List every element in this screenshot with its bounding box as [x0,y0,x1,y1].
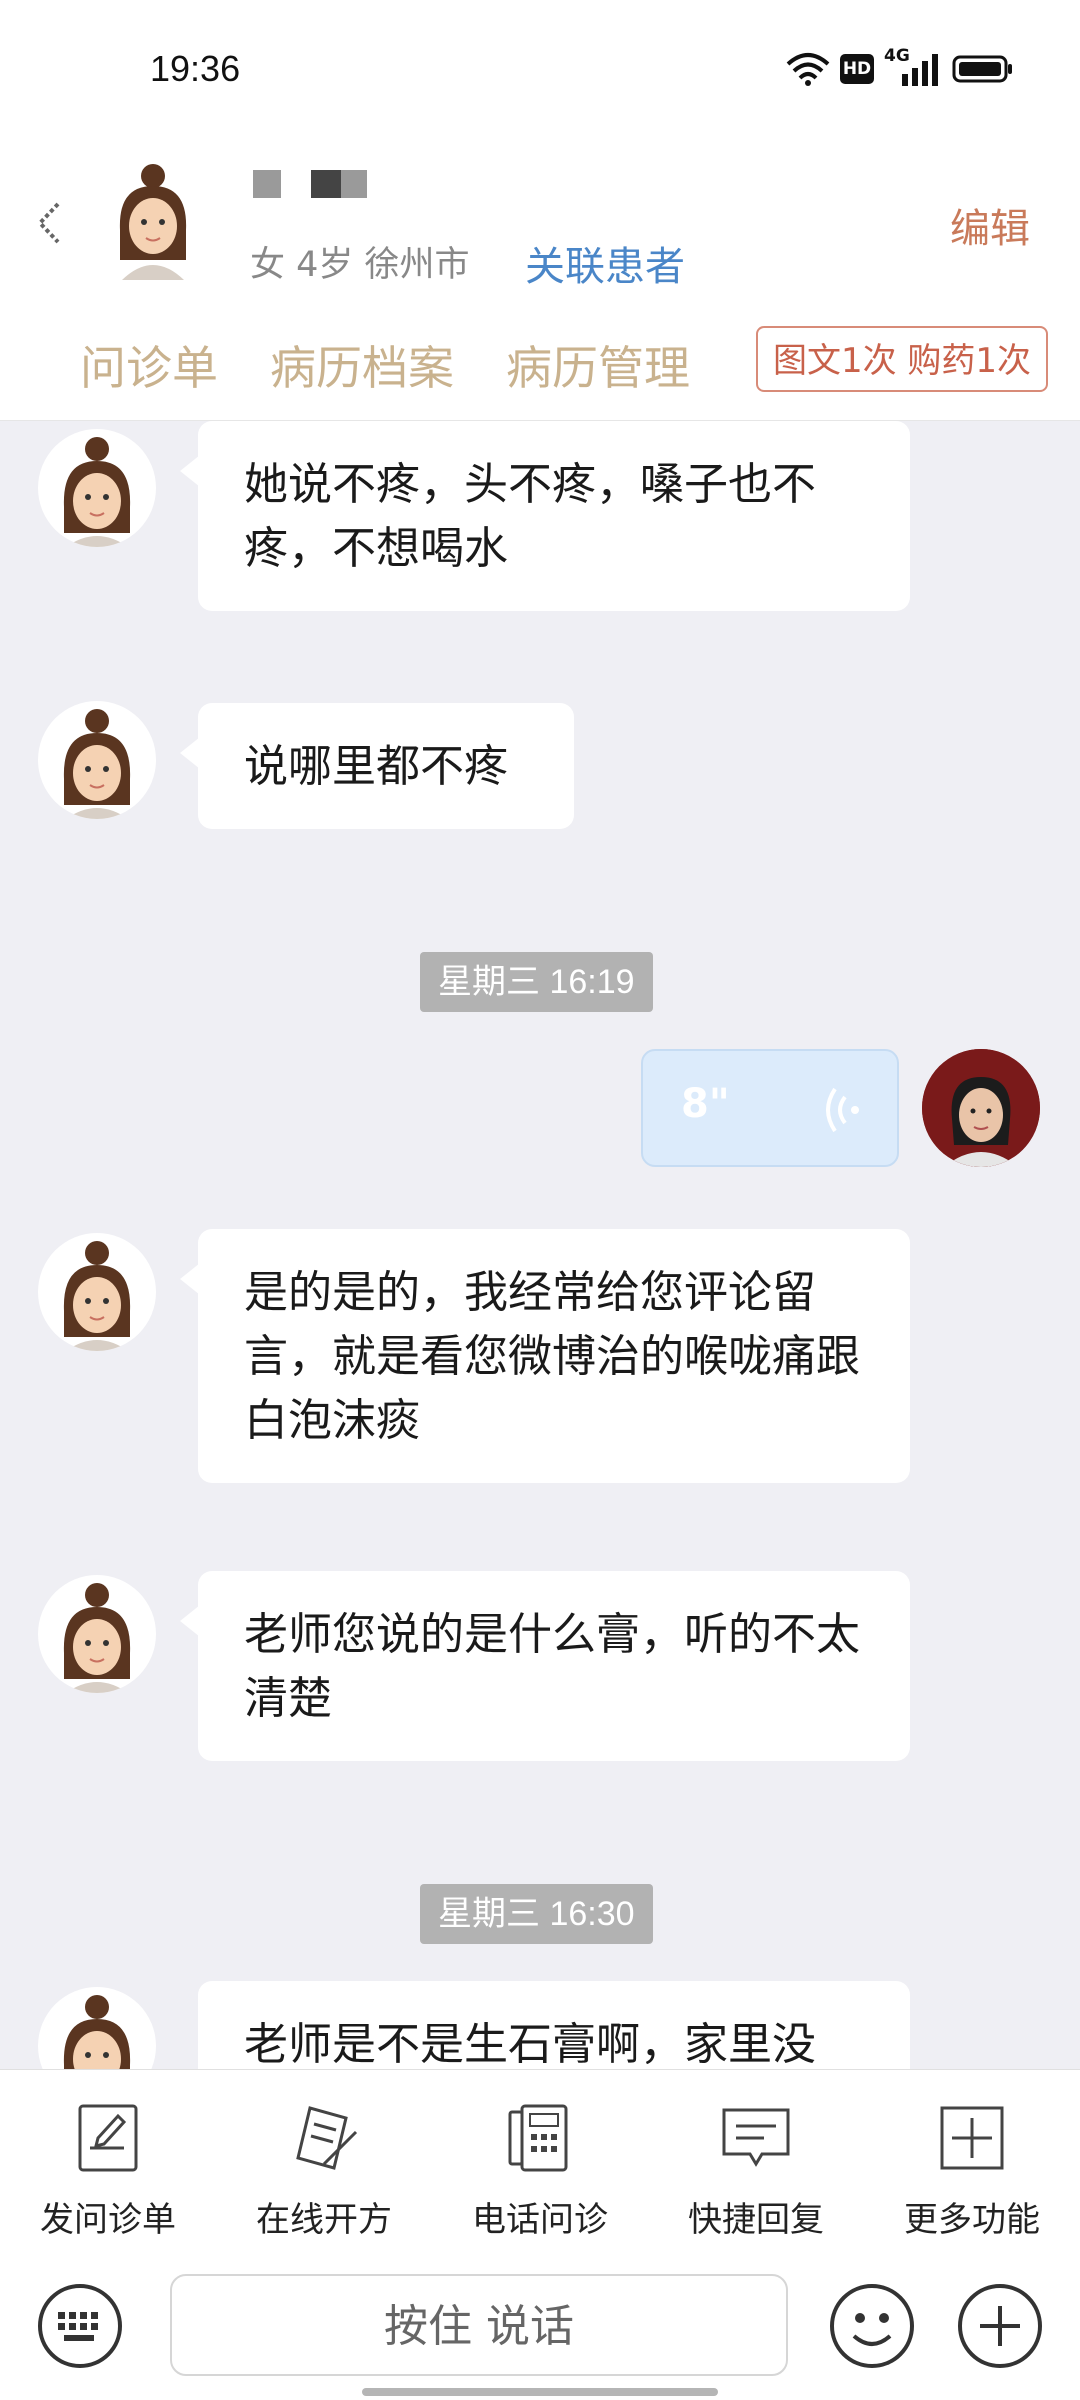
toolbar-label: 发问诊单 [40,2200,176,2240]
online-prescription-button[interactable]: 在线开方 [216,2070,432,2250]
plus-icon[interactable] [956,2282,1044,2370]
timestamp: 星期三 16:19 [420,952,653,1012]
more-functions-button[interactable]: 更多功能 [864,2070,1080,2250]
more-icon [940,2106,1004,2170]
voice-wave-icon [826,1087,859,1133]
toolbar-label: 在线开方 [256,2200,392,2240]
phone-consult-button[interactable]: 电话问诊 [432,2070,648,2250]
patient-avatar[interactable] [38,1233,156,1351]
patient-avatar[interactable] [38,429,156,547]
toolbar-label: 更多功能 [904,2200,1040,2240]
send-consult-form-button[interactable]: 发问诊单 [0,2070,216,2250]
keyboard-icon[interactable] [36,2282,124,2370]
status-time: 19:36 [150,48,241,89]
patient-avatar[interactable] [38,1575,156,1693]
timestamp: 星期三 16:30 [420,1884,653,1944]
battery-icon [952,55,1012,83]
link-patient-button[interactable]: 关联患者 [525,234,685,292]
tab-medical-archive[interactable]: 病历档案 [270,332,454,398]
phone-icon [508,2104,568,2172]
emoji-icon[interactable] [828,2282,916,2370]
form-icon [78,2104,138,2172]
tab-consult-form[interactable]: 问诊单 [80,332,218,398]
message-bubble[interactable]: 说哪里都不疼 [180,703,574,829]
toolbar-label: 电话问诊 [472,2200,608,2240]
message-bubble[interactable]: 她说不疼，头不疼，嗓子也不疼，不想喝水 [180,421,910,611]
service-count-badge: 图文1次 购药1次 [756,326,1048,392]
voice-message-bubble[interactable]: 8" [641,1049,899,1167]
quick-reply-button[interactable]: 快捷回复 [648,2070,864,2250]
patient-avatar[interactable] [108,160,198,280]
edit-button[interactable]: 编辑 [950,196,1030,254]
message-bubble[interactable]: 是的是的，我经常给您评论留言，就是看您微博治的喉咙痛跟白泡沫痰 [180,1229,910,1483]
home-indicator[interactable] [362,2388,718,2396]
voice-duration: 8" [681,1081,730,1127]
patient-info: 女 4岁 徐州市 [250,245,470,285]
hold-to-talk-button[interactable]: 按住 说话 [170,2274,788,2376]
prescription-icon [296,2106,358,2170]
message-bubble[interactable]: 老师是不是生石膏啊，家里没 [198,1981,910,2071]
input-bar: 按住 说话 [0,2250,1080,2400]
back-arrow-icon[interactable] [32,198,66,248]
signal-icon [902,54,938,86]
patient-header: 女 4岁 徐州市 关联患者 编辑 问诊单 病历档案 病历管理 图文1次 购药1次 [0,140,1080,421]
patient-avatar[interactable] [38,1987,156,2071]
patient-avatar[interactable] [38,701,156,819]
tab-record-management[interactable]: 病历管理 [506,332,690,398]
message-bubble[interactable]: 老师您说的是什么膏，听的不太清楚 [180,1571,910,1761]
doctor-avatar[interactable] [922,1049,1040,1167]
function-toolbar: 发问诊单 在线开方 电话问诊 快捷回复 更多功能 [0,2069,1080,2251]
wifi-icon [786,53,830,86]
quick-reply-icon [722,2108,790,2167]
toolbar-label: 快捷回复 [688,2200,824,2240]
hd-badge: HD [840,54,874,84]
chat-area[interactable]: 她说不疼，头不疼，嗓子也不疼，不想喝水 说哪里都不疼 星期三 16:19 8" … [0,421,1080,2071]
status-bar: 19:36 HD 4G [0,0,1080,140]
